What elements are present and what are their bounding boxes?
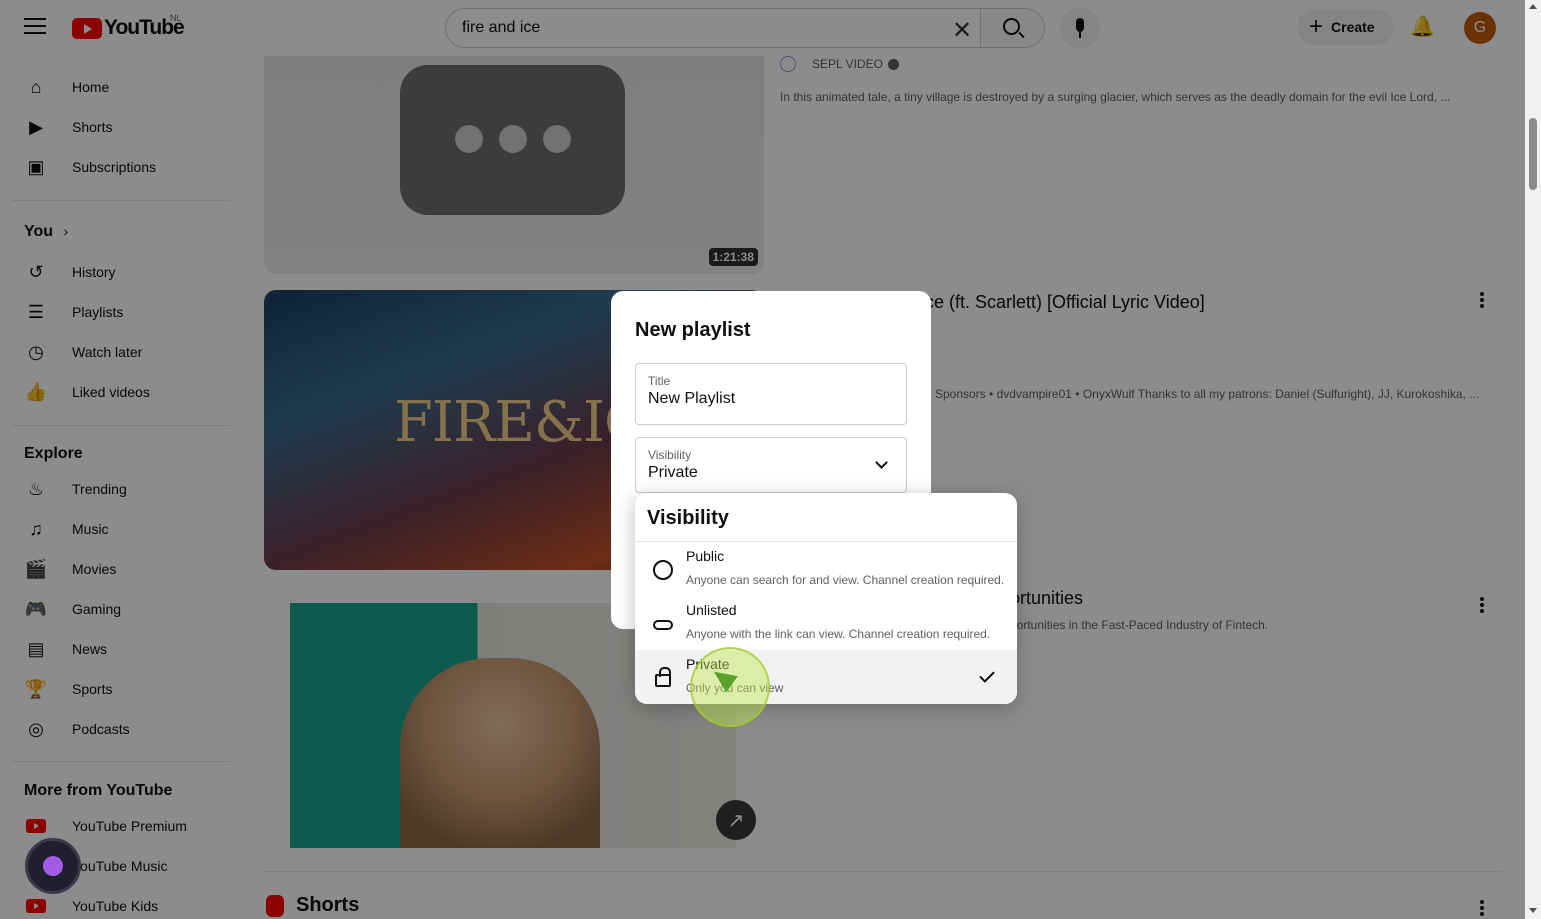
option-description: Anyone with the link can view. Channel c…: [686, 627, 991, 641]
chevron-down-icon: [875, 456, 888, 469]
visibility-select[interactable]: Visibility Private: [635, 437, 907, 493]
visibility-option-public[interactable]: Public Anyone can search for and view. C…: [635, 542, 1017, 596]
visibility-menu-heading: Visibility: [647, 507, 729, 529]
checkmark-icon: [979, 667, 995, 683]
scrollbar-thumb[interactable]: [1529, 118, 1537, 190]
field-label: Visibility: [648, 448, 692, 462]
option-label: Public: [686, 548, 725, 564]
field-label: Title: [648, 374, 671, 388]
scroll-down-arrow-icon[interactable]: [1529, 908, 1537, 913]
globe-icon: [653, 560, 673, 580]
option-label: Unlisted: [686, 602, 737, 618]
lock-icon: [655, 667, 671, 687]
assistant-bubble-button[interactable]: [25, 838, 81, 894]
dialog-title: New playlist: [635, 319, 751, 341]
playlist-title-input[interactable]: New Playlist: [648, 390, 735, 408]
scroll-up-arrow-icon[interactable]: [1529, 4, 1537, 9]
page-scrollbar[interactable]: [1525, 0, 1541, 919]
option-description: Anyone can search for and view. Channel …: [686, 573, 1005, 587]
link-icon: [653, 620, 673, 630]
playlist-title-field[interactable]: Title New Playlist: [635, 363, 907, 425]
visibility-option-unlisted[interactable]: Unlisted Anyone with the link can view. …: [635, 596, 1017, 650]
visibility-value: Private: [648, 464, 698, 481]
assistant-dot-icon: [43, 856, 63, 876]
